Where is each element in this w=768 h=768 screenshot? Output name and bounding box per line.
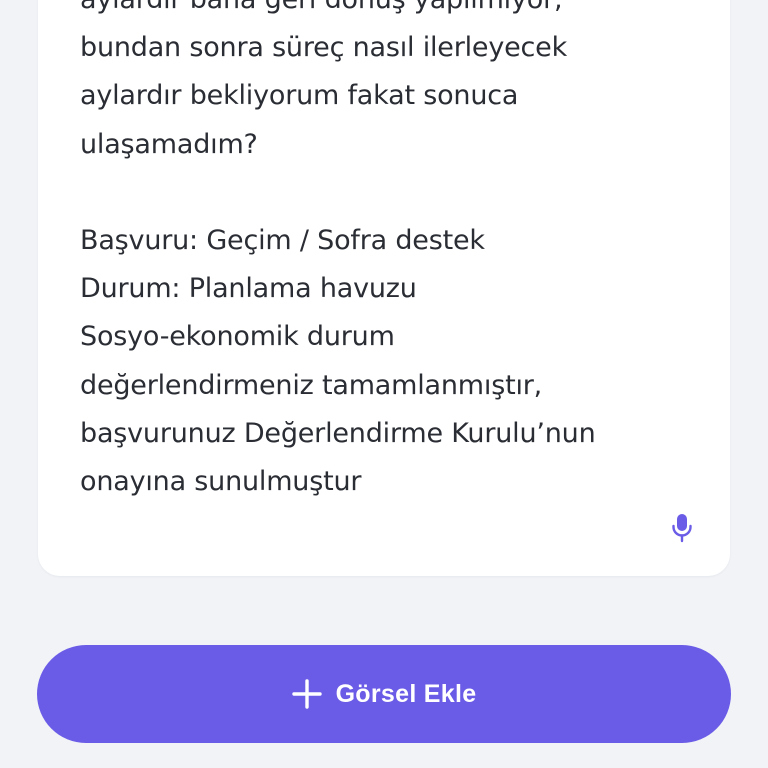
add-image-button[interactable]: Görsel Ekle <box>37 645 731 743</box>
plus-icon <box>291 679 322 709</box>
add-image-label: Görsel Ekle <box>335 679 477 708</box>
voice-input-button[interactable] <box>660 506 704 550</box>
message-text[interactable]: aylardır bana geri dönüş yapılmıyor, bun… <box>80 0 690 506</box>
message-card[interactable]: aylardır bana geri dönüş yapılmıyor, bun… <box>38 0 730 576</box>
microphone-icon <box>672 514 692 543</box>
